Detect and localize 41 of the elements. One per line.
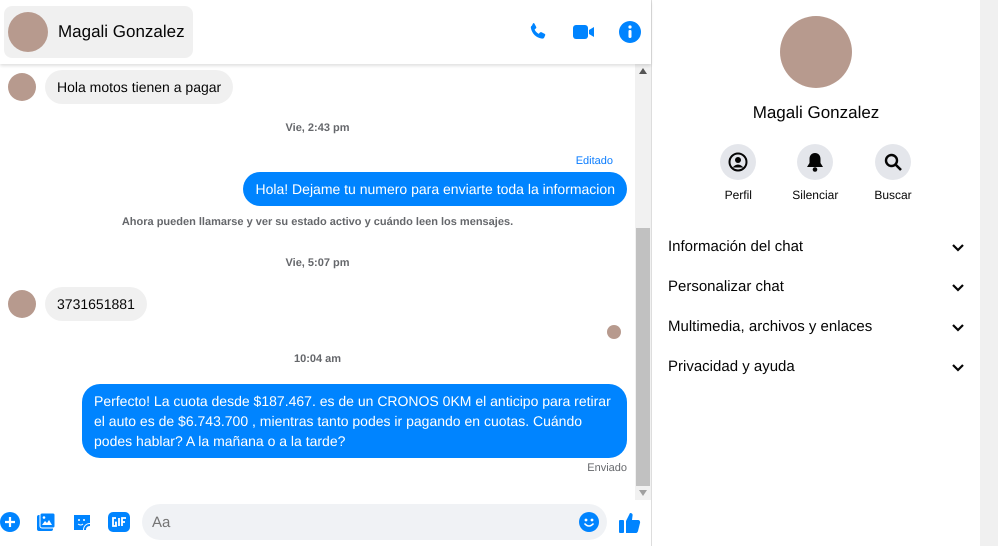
- chevron-icon: [952, 323, 964, 332]
- edited-label: Editado: [576, 154, 613, 168]
- message-bubble: Perfecto! La cuota desde $187.467. es de un CRONOS 0KM el anticipo para retirar el auto es de $6.743.700 , mientras tanto podes ir pagando en cuotas. Cuándo podes hablar? A la mañana o a la tarde?: [82, 384, 627, 458]
- chevron-icon: [952, 363, 964, 372]
- contact-name: Magali Gonzalez: [752, 102, 880, 124]
- video-camera-icon[interactable]: [573, 23, 595, 41]
- info-icon[interactable]: [619, 21, 641, 43]
- chevron-icon: [952, 243, 964, 252]
- message-bubble: Hola motos tienen a pagar: [45, 70, 234, 104]
- timestamp: Vie, 2:43 pm: [286, 122, 350, 134]
- avatar-photo-placeholder: [8, 73, 36, 101]
- section-toggle[interactable]: Personalizar chat: [660, 268, 972, 308]
- timestamp: 10:04 am: [294, 353, 342, 365]
- message-bubble: Hola! Dejame tu numero para enviarte toda la informacion: [243, 172, 627, 206]
- section-toggle[interactable]: Privacidad y ayuda: [660, 348, 972, 388]
- read-receipt-avatar: [607, 325, 621, 339]
- message-bubble: 3731651881: [45, 287, 147, 321]
- contact-button[interactable]: Magali Gonzalez: [4, 6, 193, 58]
- contact-name: Magali Gonzalez: [58, 21, 185, 44]
- section-toggle[interactable]: Información del chat: [660, 228, 972, 268]
- sent-status: Enviado: [587, 460, 627, 476]
- gif-icon[interactable]: [108, 512, 130, 532]
- user-circle-icon: [728, 152, 748, 172]
- section-toggle[interactable]: Multimedia, archivos y enlaces: [660, 308, 972, 348]
- scroll-up-icon[interactable]: [639, 68, 647, 74]
- plus-icon[interactable]: [0, 512, 20, 532]
- system-notice: Ahora pueden llamarse y ver su estado activo y cuándo leen los mensajes.: [122, 216, 514, 228]
- chevron-icon: [952, 283, 964, 292]
- emoji-icon[interactable]: [579, 512, 599, 532]
- scroll-down-icon[interactable]: [639, 490, 647, 496]
- sticker-icon[interactable]: [72, 512, 92, 532]
- timestamp: Vie, 5:07 pm: [286, 256, 350, 268]
- search-icon: [884, 152, 902, 170]
- thumbs-up-icon[interactable]: [619, 511, 641, 533]
- avatar-photo-placeholder: [8, 290, 36, 318]
- scrollbar[interactable]: [635, 64, 651, 500]
- action-button[interactable]: Silenciar: [792, 144, 838, 204]
- avatar-photo-placeholder: [8, 12, 48, 52]
- bell-icon: [806, 152, 824, 172]
- image-icon[interactable]: [36, 512, 56, 532]
- message-input[interactable]: Aa: [142, 504, 607, 540]
